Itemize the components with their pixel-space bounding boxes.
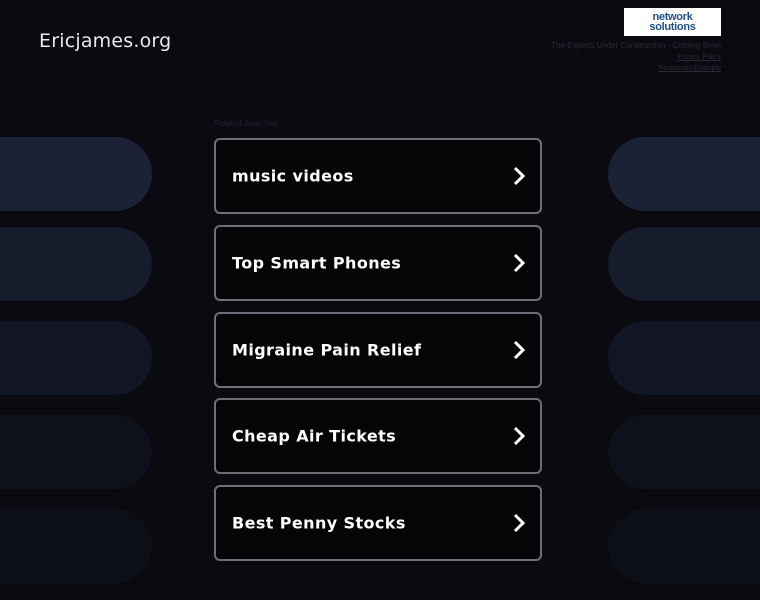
chevron-right-icon [513,166,526,186]
chevron-right-icon [513,253,526,273]
header-links: The Experts Under Construction - Coming … [551,41,721,72]
search-link-best-penny-stocks[interactable]: Best Penny Stocks [214,485,542,561]
header-tagline: The Experts Under Construction - Coming … [551,41,721,50]
network-solutions-logo[interactable]: network solutions [624,8,721,36]
search-link-label: Migraine Pain Relief [232,340,422,360]
decorative-pill-left-2 [0,227,152,301]
page: Ericjames.org network solutions The Expe… [0,0,760,600]
search-link-music-videos[interactable]: music videos [214,138,542,214]
search-link-cheap-air-tickets[interactable]: Cheap Air Tickets [214,398,542,474]
chevron-right-icon [513,340,526,360]
search-link-migraine-pain-relief[interactable]: Migraine Pain Relief [214,312,542,388]
decorative-pill-right-5 [608,509,760,583]
decorative-pill-left-3 [0,321,152,395]
search-link-label: Top Smart Phones [232,253,402,273]
search-link-label: Cheap Air Tickets [232,426,397,446]
decorative-pill-right-1 [608,137,760,211]
chevron-right-icon [513,513,526,533]
decorative-pill-left-4 [0,415,152,489]
search-link-top-smart-phones[interactable]: Top Smart Phones [214,225,542,301]
chevron-right-icon [513,426,526,446]
decorative-pill-right-2 [608,227,760,301]
decorative-pill-left-1 [0,137,152,211]
search-link-label: music videos [232,166,354,186]
decorative-pill-right-3 [608,321,760,395]
site-title: Ericjames.org [39,30,172,52]
decorative-pill-left-5 [0,509,152,583]
search-link-label: Best Penny Stocks [232,513,406,533]
related-searches-label: Related Searches [214,119,278,128]
decorative-pill-right-4 [608,415,760,489]
resources-link[interactable]: Resources Example [551,65,721,72]
logo-text-line2: solutions [649,21,696,33]
privacy-policy-link[interactable]: Privacy Policy [551,54,721,61]
